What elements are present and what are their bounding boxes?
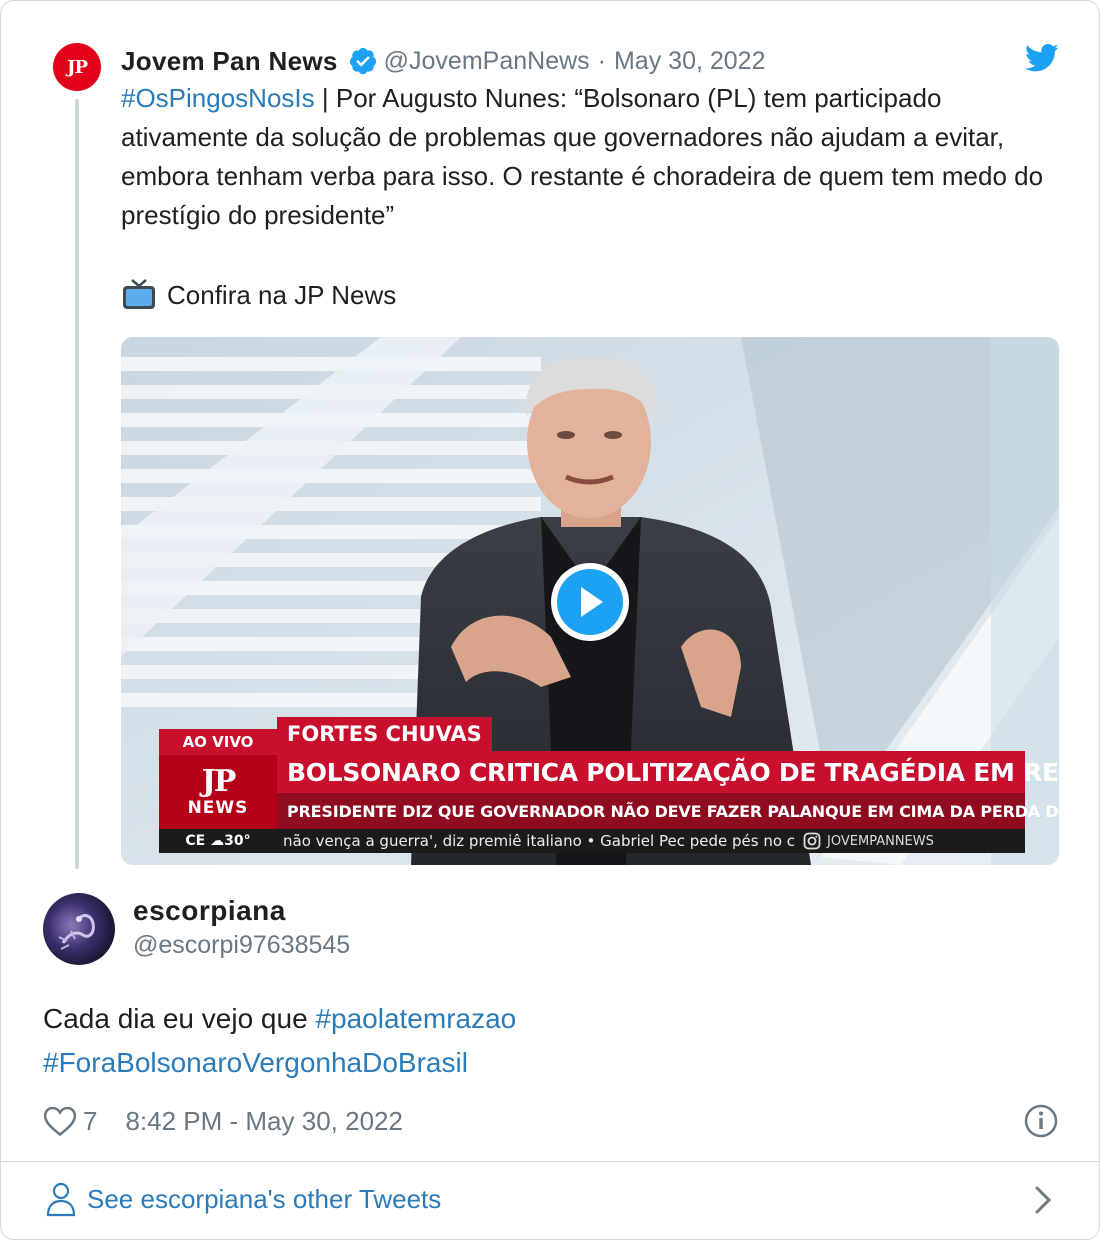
- tweet-embed-card: JP Jovem Pan News @JovemPanNews · May 30…: [0, 0, 1100, 1240]
- jp-news-logo: JP NEWS: [159, 755, 277, 829]
- ticker-handle: JOVEMPANNEWS: [827, 833, 934, 849]
- jp-news-logo-text: JP: [201, 764, 237, 799]
- info-icon[interactable]: [1023, 1103, 1059, 1139]
- play-icon: [557, 569, 623, 635]
- reply-author-name[interactable]: escorpiana: [133, 895, 286, 927]
- live-label: AO VIVO: [159, 729, 277, 755]
- hashtag-link[interactable]: #ForaBolsonaroVergonhaDoBrasil: [43, 1047, 468, 1078]
- avatar[interactable]: JP: [53, 43, 101, 91]
- news-headline: BOLSONARO CRITICA POLITIZAÇÃO DE TRAGÉDI…: [277, 751, 1059, 793]
- reply-text-prefix: Cada dia eu vejo que: [43, 1003, 316, 1034]
- twitter-bird-icon[interactable]: [1025, 43, 1059, 73]
- instagram-icon: [803, 832, 821, 850]
- avatar[interactable]: [43, 893, 115, 965]
- news-tag: FORTES CHUVAS: [277, 717, 492, 751]
- thread-line: [75, 99, 79, 869]
- tv-line: Confira na JP News: [121, 277, 396, 313]
- person-icon: [46, 1182, 76, 1217]
- tweet-meta: 7 8:42 PM - May 30, 2022: [43, 1101, 403, 1141]
- chevron-right-icon[interactable]: [1029, 1185, 1057, 1215]
- reply-author-handle[interactable]: @escorpi97638545: [133, 931, 350, 960]
- tv-line-text: Confira na JP News: [167, 279, 397, 310]
- news-lower-third: AO VIVO JP NEWS CE ☁30° FORTES CHUVAS BO…: [159, 717, 1059, 853]
- hashtag-link[interactable]: #paolatemrazao: [315, 1003, 516, 1034]
- divider: [1, 1161, 1099, 1162]
- weather-label: CE ☁30°: [159, 829, 277, 853]
- ticker-text: não vença a guerra', diz premiê italiano…: [283, 832, 796, 850]
- play-button[interactable]: [551, 563, 629, 641]
- see-other-tweets-link[interactable]: See escorpiana's other Tweets: [45, 1177, 441, 1221]
- avatar-logo-text: JP: [66, 56, 88, 78]
- video-player[interactable]: AO VIVO JP NEWS CE ☁30° FORTES CHUVAS BO…: [121, 337, 1059, 865]
- like-count: 7: [83, 1105, 98, 1136]
- see-other-tweets-label[interactable]: See escorpiana's other Tweets: [87, 1184, 441, 1215]
- separator-dot: ·: [597, 46, 606, 75]
- parent-author-handle[interactable]: @JovemPanNews: [384, 47, 590, 76]
- parent-tweet-header: Jovem Pan News @JovemPanNews · May 30, 2…: [121, 43, 765, 79]
- hashtag-link[interactable]: #OsPingosNosIs: [121, 83, 315, 113]
- parent-author-name[interactable]: Jovem Pan News: [121, 46, 338, 77]
- news-subheadline: PRESIDENTE DIZ QUE GOVERNADOR NÃO DEVE F…: [277, 793, 1059, 829]
- verified-badge-icon: [349, 47, 376, 75]
- scorpion-icon: [58, 914, 95, 950]
- jp-news-logo-subtext: NEWS: [187, 798, 249, 818]
- tweet-timestamp[interactable]: 8:42 PM - May 30, 2022: [125, 1106, 402, 1137]
- parent-tweet-text: #OsPingosNosIs | Por Augusto Nunes: “Bol…: [121, 79, 1061, 235]
- heart-icon[interactable]: [43, 1105, 77, 1137]
- reply-tweet-text: Cada dia eu vejo que #paolatemrazao #Fora…: [43, 997, 1043, 1085]
- television-icon: [123, 279, 155, 309]
- news-ticker: não vença a guerra', diz premiê italiano…: [277, 829, 1025, 853]
- parent-tweet-date[interactable]: May 30, 2022: [614, 47, 766, 76]
